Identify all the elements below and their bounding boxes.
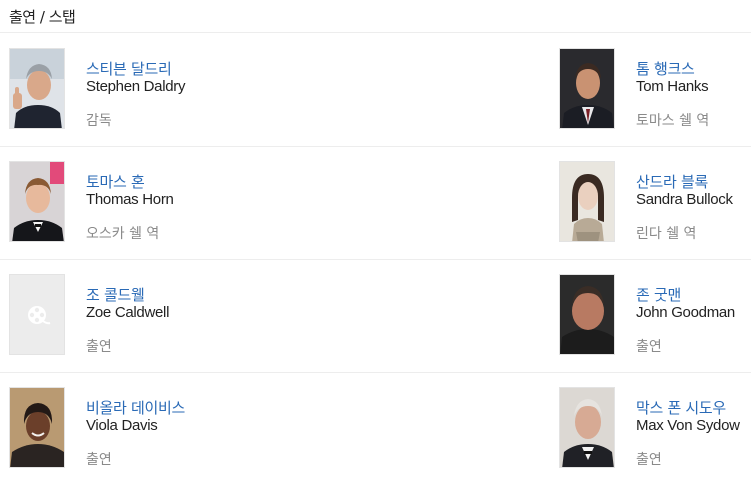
cast-name-english: Thomas Horn (86, 191, 174, 208)
row-divider (0, 372, 751, 373)
section-title: 출연 / 스탭 (9, 8, 76, 26)
row-divider (0, 146, 751, 147)
cast-card[interactable]: 비올라 데이비스 Viola Davis 출연 (9, 387, 209, 469)
cast-photo[interactable] (559, 387, 615, 468)
cast-name-english: John Goodman (636, 304, 735, 321)
cast-name-korean[interactable]: 존 굿맨 (636, 284, 681, 305)
cast-name-korean[interactable]: 스티븐 달드리 (86, 58, 172, 79)
film-reel-icon (10, 275, 64, 354)
cast-card[interactable]: 산드라 블록 Sandra Bullock 린다 쉘 역 (559, 161, 751, 243)
cast-name-korean[interactable]: 톰 행크스 (636, 58, 695, 79)
cast-name-korean[interactable]: 조 콜드웰 (86, 284, 145, 305)
cast-role: 린다 쉘 역 (636, 226, 697, 242)
cast-card[interactable]: 조 콜드웰 Zoe Caldwell 출연 (9, 274, 209, 356)
cast-role: 출연 (86, 339, 112, 355)
cast-photo[interactable] (559, 274, 615, 355)
cast-photo[interactable] (9, 387, 65, 468)
cast-name-english: Zoe Caldwell (86, 304, 170, 321)
cast-card[interactable]: 존 굿맨 John Goodman 출연 (559, 274, 751, 356)
cast-role: 출연 (636, 339, 662, 355)
cast-photo-placeholder[interactable] (9, 274, 65, 355)
cast-name-english: Sandra Bullock (636, 191, 733, 208)
cast-name-english: Stephen Daldry (86, 78, 186, 95)
cast-role: 오스카 쉘 역 (86, 226, 160, 242)
cast-role: 출연 (86, 452, 112, 468)
cast-photo[interactable] (9, 48, 65, 129)
cast-name-korean[interactable]: 비올라 데이비스 (86, 397, 185, 418)
cast-role: 감독 (86, 113, 112, 129)
cast-role: 출연 (636, 452, 662, 468)
cast-name-english: Viola Davis (86, 417, 158, 434)
section-divider (0, 32, 751, 33)
cast-photo[interactable] (9, 161, 65, 242)
cast-name-korean[interactable]: 토마스 혼 (86, 171, 145, 192)
cast-name-english: Max Von Sydow (636, 417, 740, 434)
cast-name-korean[interactable]: 산드라 블록 (636, 171, 708, 192)
cast-card[interactable]: 토마스 혼 Thomas Horn 오스카 쉘 역 (9, 161, 209, 243)
cast-card[interactable]: 톰 행크스 Tom Hanks 토마스 쉘 역 (559, 48, 751, 130)
row-divider (0, 259, 751, 260)
cast-card[interactable]: 막스 폰 시도우 Max Von Sydow 출연 (559, 387, 751, 469)
cast-role: 토마스 쉘 역 (636, 113, 710, 129)
cast-photo[interactable] (559, 48, 615, 129)
cast-name-english: Tom Hanks (636, 78, 709, 95)
cast-card[interactable]: 스티븐 달드리 Stephen Daldry 감독 (9, 48, 209, 130)
cast-photo[interactable] (559, 161, 615, 242)
cast-name-korean[interactable]: 막스 폰 시도우 (636, 397, 726, 418)
